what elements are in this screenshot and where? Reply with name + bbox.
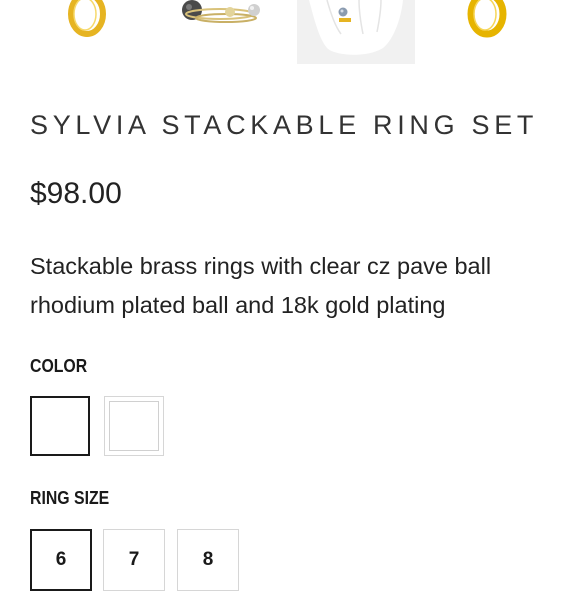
gold-ring-icon <box>467 0 507 38</box>
product-price: $98.00 <box>30 177 122 210</box>
product-thumbnail-3[interactable] <box>297 0 415 64</box>
color-swatch-1[interactable] <box>30 396 90 456</box>
color-option-label: COLOR <box>30 356 88 376</box>
ring-size-option-label: RING SIZE <box>30 488 110 508</box>
hand-with-rings-icon <box>309 0 403 55</box>
ring-size-button-8[interactable]: 8 <box>177 529 239 591</box>
color-swatch-fill <box>109 401 159 451</box>
ring-size-button-7[interactable]: 7 <box>103 529 165 591</box>
stacked-rings-icon <box>182 0 260 23</box>
product-thumbnail-strip <box>0 0 580 64</box>
gold-ring-icon <box>68 0 106 37</box>
product-title: SYLVIA STACKABLE RING SET <box>30 110 539 140</box>
product-thumbnail-2[interactable] <box>170 0 270 64</box>
color-swatch-2[interactable] <box>104 396 164 456</box>
ring-size-button-6[interactable]: 6 <box>30 529 92 591</box>
product-thumbnail-1[interactable] <box>60 0 116 64</box>
product-thumbnail-4[interactable] <box>460 0 516 64</box>
product-description: Stackable brass rings with clear cz pave… <box>30 253 492 318</box>
color-swatch-fill <box>36 402 84 450</box>
